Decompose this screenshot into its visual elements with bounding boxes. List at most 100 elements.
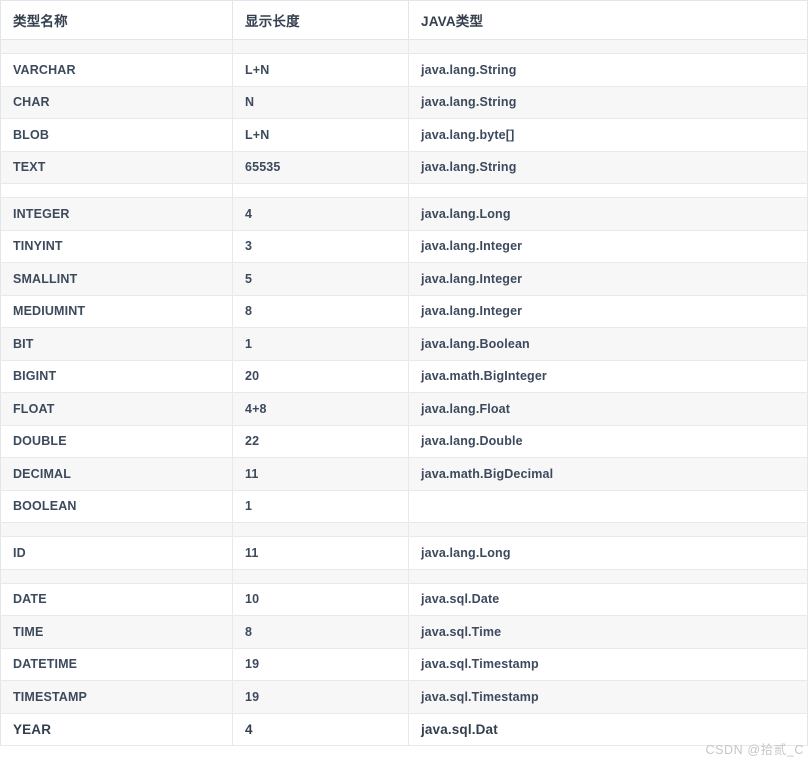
table-row: INTEGER 4 java.lang.Long xyxy=(0,197,808,231)
cell-type-name: CHAR xyxy=(0,86,233,119)
cell-type-name: DOUBLE xyxy=(0,425,233,458)
cell-display-length: 10 xyxy=(232,583,409,616)
cell-display-length: 19 xyxy=(232,648,409,681)
cell-type-name: BIT xyxy=(0,327,233,361)
cell-java-type: java.lang.String xyxy=(408,151,808,184)
type-mapping-table: 类型名称 显示长度 JAVA类型 VARCHAR L+N java.lang.Str… xyxy=(0,0,808,746)
cell-type-name: TINYINT xyxy=(0,230,233,263)
cell-java-type: java.lang.Integer xyxy=(408,262,808,296)
cell-display-length: 4 xyxy=(232,713,409,746)
table-row: BIT 1 java.lang.Boolean xyxy=(0,327,808,361)
cell-display-length: L+N xyxy=(232,118,409,152)
cell-java-type: java.sql.Date xyxy=(408,583,808,616)
cell-display-length: 22 xyxy=(232,425,409,458)
cell-type-name: DATE xyxy=(0,583,233,616)
table-row: TEXT 65535 java.lang.String xyxy=(0,151,808,184)
table-row: DATE 10 java.sql.Date xyxy=(0,583,808,616)
cell-java-type: java.sql.Timestamp xyxy=(408,648,808,681)
table-header: 类型名称 显示长度 JAVA类型 xyxy=(0,0,808,40)
table-row: BIGINT 20 java.math.BigInteger xyxy=(0,360,808,393)
cell-type-name: BOOLEAN xyxy=(0,490,233,523)
cell-java-type: java.lang.Boolean xyxy=(408,327,808,361)
cell-java-type: java.lang.Integer xyxy=(408,295,808,328)
table-row: DATETIME 19 java.sql.Timestamp xyxy=(0,648,808,681)
cell-java-type xyxy=(408,522,808,537)
cell-type-name: FLOAT xyxy=(0,392,233,426)
cell-type-name: TEXT xyxy=(0,151,233,184)
cell-display-length: 4 xyxy=(232,197,409,231)
cell-java-type: java.lang.String xyxy=(408,53,808,87)
cell-java-type: java.lang.Long xyxy=(408,197,808,231)
cell-display-length xyxy=(232,569,409,584)
cell-display-length: N xyxy=(232,86,409,119)
cell-java-type: java.math.BigInteger xyxy=(408,360,808,393)
cell-java-type xyxy=(408,183,808,198)
cell-type-name xyxy=(0,39,233,54)
table-row: BLOB L+N java.lang.byte[] xyxy=(0,118,808,152)
cell-java-type: java.sql.Timestamp xyxy=(408,680,808,714)
cell-java-type: java.lang.Float xyxy=(408,392,808,426)
table-spacer-row xyxy=(0,183,808,198)
table-spacer-row xyxy=(0,522,808,537)
cell-java-type: java.lang.Integer xyxy=(408,230,808,263)
cell-type-name: TIME xyxy=(0,615,233,649)
cell-display-length: 20 xyxy=(232,360,409,393)
table-row: ID 11 java.lang.Long xyxy=(0,536,808,570)
cell-type-name: TIMESTAMP xyxy=(0,680,233,714)
cell-display-length xyxy=(232,522,409,537)
cell-display-length: 11 xyxy=(232,457,409,491)
cell-java-type: java.sql.Dat xyxy=(408,713,808,746)
table-row: BOOLEAN 1 xyxy=(0,490,808,523)
cell-type-name: YEAR xyxy=(0,713,233,746)
table-row: SMALLINT 5 java.lang.Integer xyxy=(0,262,808,296)
table-body: VARCHAR L+N java.lang.String CHAR Njava.lang… xyxy=(0,39,808,746)
cell-display-length xyxy=(232,39,409,54)
table-spacer-row xyxy=(0,39,808,54)
cell-display-length: 3 xyxy=(232,230,409,263)
cell-java-type: java.lang.String xyxy=(408,86,808,119)
table-row: TIME 8 java.sql.Time xyxy=(0,615,808,649)
cell-display-length: L+N xyxy=(232,53,409,87)
cell-type-name xyxy=(0,522,233,537)
table-row: DECIMAL 11 java.math.BigDecimal xyxy=(0,457,808,491)
cell-display-length xyxy=(232,183,409,198)
cell-display-length: 8 xyxy=(232,615,409,649)
cell-display-length: 11 xyxy=(232,536,409,570)
cell-display-length: 19 xyxy=(232,680,409,714)
cell-type-name: VARCHAR xyxy=(0,53,233,87)
cell-type-name: ID xyxy=(0,536,233,570)
cell-type-name: BLOB xyxy=(0,118,233,152)
cell-java-type: java.lang.Double xyxy=(408,425,808,458)
cell-display-length: 8 xyxy=(232,295,409,328)
column-header-java-type: JAVA类型 xyxy=(408,0,808,40)
table-row: FLOAT 4+8 java.lang.Float xyxy=(0,392,808,426)
table-row: VARCHAR L+N java.lang.String xyxy=(0,53,808,87)
cell-type-name: INTEGER xyxy=(0,197,233,231)
table-row: DOUBLE 22 java.lang.Double xyxy=(0,425,808,458)
table-spacer-row xyxy=(0,569,808,584)
cell-java-type: java.lang.Long xyxy=(408,536,808,570)
table-row: TINYINT 3 java.lang.Integer xyxy=(0,230,808,263)
table-row: MEDIUMINT 8 java.lang.Integer xyxy=(0,295,808,328)
cell-type-name xyxy=(0,183,233,198)
cell-type-name xyxy=(0,569,233,584)
cell-java-type: java.sql.Time xyxy=(408,615,808,649)
column-header-display-length: 显示长度 xyxy=(232,0,409,40)
table-header-row: 类型名称 显示长度 JAVA类型 xyxy=(0,0,808,40)
table-row: TIMESTAMP 19 java.sql.Timestamp xyxy=(0,680,808,714)
cell-type-name: DATETIME xyxy=(0,648,233,681)
cell-display-length: 5 xyxy=(232,262,409,296)
table-row: CHAR Njava.lang.String xyxy=(0,86,808,119)
cell-java-type xyxy=(408,569,808,584)
cell-java-type xyxy=(408,39,808,54)
cell-type-name: BIGINT xyxy=(0,360,233,393)
cell-java-type xyxy=(408,490,808,523)
cell-display-length: 65535 xyxy=(232,151,409,184)
cell-display-length: 1 xyxy=(232,327,409,361)
cell-type-name: MEDIUMINT xyxy=(0,295,233,328)
cell-java-type: java.lang.byte[] xyxy=(408,118,808,152)
table-row: YEAR 4 java.sql.Dat xyxy=(0,713,808,746)
cell-type-name: DECIMAL xyxy=(0,457,233,491)
cell-type-name: SMALLINT xyxy=(0,262,233,296)
column-header-type-name: 类型名称 xyxy=(0,0,233,40)
